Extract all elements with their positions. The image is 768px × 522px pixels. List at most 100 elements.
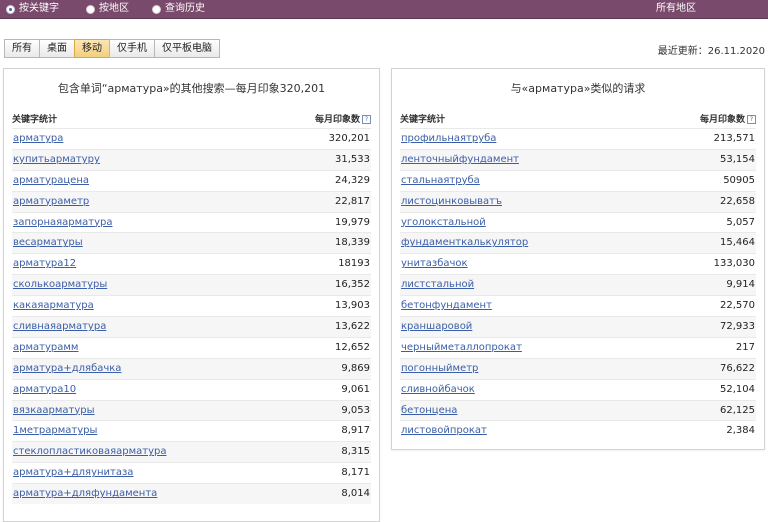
table-row: арматура12 18193: [12, 253, 371, 274]
table-row: сколькоарматуры 16,352: [12, 274, 371, 296]
tab-phones-only[interactable]: 仅手机: [109, 39, 154, 58]
keyword-link[interactable]: арматура+длябачка: [13, 359, 121, 380]
impressions-count: 8,171: [341, 467, 370, 479]
keyword-link[interactable]: стальнаятруба: [401, 171, 480, 192]
column-header: 关键字统计 每月印象数?: [400, 112, 756, 126]
radio-label: 查询历史: [165, 3, 205, 14]
keyword-link[interactable]: листоцинковыватъ: [401, 192, 502, 213]
impressions-count: 19,979: [335, 216, 370, 228]
help-icon[interactable]: ?: [362, 115, 371, 124]
table-row: листоцинковыватъ 22,658: [400, 190, 756, 213]
table-row: профильнаятруба 213,571: [400, 128, 756, 149]
table-row: арматура+длябачка 9,869: [12, 357, 371, 380]
impressions-count: 8,014: [341, 488, 370, 500]
impressions-count: 9,869: [341, 362, 370, 374]
device-tabs: 所有 桌面 移动 仅手机 仅平板电脑: [4, 39, 220, 58]
keyword-link[interactable]: купитьарматуру: [13, 150, 100, 171]
impressions-count: 22,817: [335, 195, 370, 207]
keyword-link[interactable]: арматура: [13, 129, 63, 150]
radio-query-history[interactable]: 查询历史: [152, 2, 205, 16]
tab-tablets-only[interactable]: 仅平板电脑: [154, 39, 220, 58]
top-bar: 按关键字 按地区 查询历史 所有地区: [0, 0, 768, 19]
keyword-link[interactable]: черныйметаллопрокат: [401, 338, 522, 359]
table-row: запорнаяарматура 19,979: [12, 211, 371, 234]
keyword-link[interactable]: сколькоарматуры: [13, 275, 107, 296]
keyword-link[interactable]: бетонфундамент: [401, 296, 492, 317]
impressions-count: 13,903: [335, 300, 370, 312]
keyword-column-header: 关键字统计: [12, 115, 58, 125]
keyword-column-header: 关键字统计: [400, 115, 446, 125]
keyword-link[interactable]: погонныйметр: [401, 359, 478, 380]
keyword-link[interactable]: запорнаяарматура: [13, 213, 113, 234]
impressions-count: 8,315: [341, 446, 370, 458]
table-row: арматураметр 22,817: [12, 190, 371, 213]
radio-by-region[interactable]: 按地区: [86, 2, 129, 16]
keyword-link[interactable]: 1метрарматуры: [13, 421, 97, 442]
table-row: какаяарматура 13,903: [12, 295, 371, 316]
keyword-link[interactable]: арматурамм: [13, 338, 78, 359]
radio-checked-icon: [6, 4, 15, 14]
table-row: уголокстальной 5,057: [400, 211, 756, 234]
radio-by-keyword[interactable]: 按关键字: [6, 2, 59, 16]
keyword-link[interactable]: арматураметр: [13, 192, 89, 213]
keyword-link[interactable]: сливнойбачок: [401, 380, 475, 401]
impressions-count: 62,125: [720, 404, 755, 416]
table-row: вязкаарматуры 9,053: [12, 399, 371, 422]
keyword-link[interactable]: арматурацена: [13, 171, 89, 192]
help-icon[interactable]: ?: [747, 115, 756, 124]
keyword-link[interactable]: унитазбачок: [401, 254, 468, 275]
keyword-link[interactable]: бетонцена: [401, 401, 457, 422]
table-row: купитьарматуру 31,533: [12, 148, 371, 171]
count-column-header: 每月印象数?: [700, 112, 756, 125]
keyword-link[interactable]: краншаровой: [401, 317, 472, 338]
keyword-link[interactable]: профильнаятруба: [401, 129, 496, 150]
impressions-count: 8,917: [341, 425, 370, 437]
table-row: ленточныйфундамент 53,154: [400, 148, 756, 171]
impressions-count: 213,571: [713, 133, 755, 144]
keyword-link[interactable]: арматура10: [13, 380, 76, 401]
keyword-link[interactable]: какаяарматура: [13, 296, 94, 317]
keyword-link[interactable]: фундаменткалькулятор: [401, 233, 528, 254]
tab-all[interactable]: 所有: [4, 39, 39, 58]
keyword-link[interactable]: сливнаяарматура: [13, 317, 106, 338]
table-row: бетонцена 62,125: [400, 399, 756, 422]
impressions-count: 133,030: [713, 258, 755, 270]
keyword-link[interactable]: листовойпрокат: [401, 421, 487, 442]
keyword-link[interactable]: арматура+дляфундамента: [13, 484, 157, 505]
region-selector[interactable]: 所有地区: [656, 2, 696, 16]
impressions-count: 53,154: [720, 153, 755, 165]
keyword-link[interactable]: уголокстальной: [401, 213, 486, 234]
keyword-link[interactable]: весарматуры: [13, 233, 83, 254]
keyword-link[interactable]: ленточныйфундамент: [401, 150, 519, 171]
table-row: арматура+дляунитаза 8,171: [12, 462, 371, 483]
last-updated: 最近更新：26.11.2020: [657, 46, 765, 57]
keyword-link[interactable]: арматура+дляунитаза: [13, 463, 133, 484]
impressions-count: 52,104: [720, 383, 755, 395]
impressions-count: 5,057: [726, 216, 755, 228]
tab-mobile[interactable]: 移动: [74, 39, 109, 58]
keyword-list: арматура 320,201 купитьарматуру 31,533 армат…: [12, 128, 371, 505]
impressions-count: 16,352: [335, 279, 370, 291]
tab-desktop[interactable]: 桌面: [39, 39, 74, 58]
keyword-link[interactable]: листстальной: [401, 275, 474, 296]
impressions-count: 9,061: [341, 383, 370, 395]
impressions-count: 22,570: [720, 300, 755, 312]
keyword-link[interactable]: вязкаарматуры: [13, 401, 95, 422]
table-row: арматура10 9,061: [12, 378, 371, 401]
panel-title: 包含单词“арматура»的其他搜索—每月印象320,201: [57, 82, 326, 95]
table-row: арматурацена 24,329: [12, 169, 371, 192]
table-row: листовойпрокат 2,384: [400, 420, 756, 441]
table-row: погонныйметр 76,622: [400, 357, 756, 380]
count-column-header: 每月印象数?: [315, 112, 371, 125]
impressions-count: 13,622: [335, 321, 370, 333]
table-row: фундаменткалькулятор 15,464: [400, 232, 756, 254]
table-row: арматура+дляфундамента 8,014: [12, 483, 371, 505]
table-row: унитазбачок 133,030: [400, 253, 756, 274]
table-row: весарматуры 18,339: [12, 232, 371, 254]
impressions-count: 24,329: [335, 174, 370, 186]
keyword-link[interactable]: арматура12: [13, 254, 76, 275]
keyword-link[interactable]: стеклопластиковаяарматура: [13, 442, 166, 463]
radio-unchecked-icon: [152, 4, 161, 14]
keyword-list: профильнаятруба 213,571 ленточныйфундамент…: [400, 128, 756, 441]
similar-requests-panel: 与«арматура»类似的请求 关键字统计 每月印象数? профильная…: [391, 68, 765, 450]
